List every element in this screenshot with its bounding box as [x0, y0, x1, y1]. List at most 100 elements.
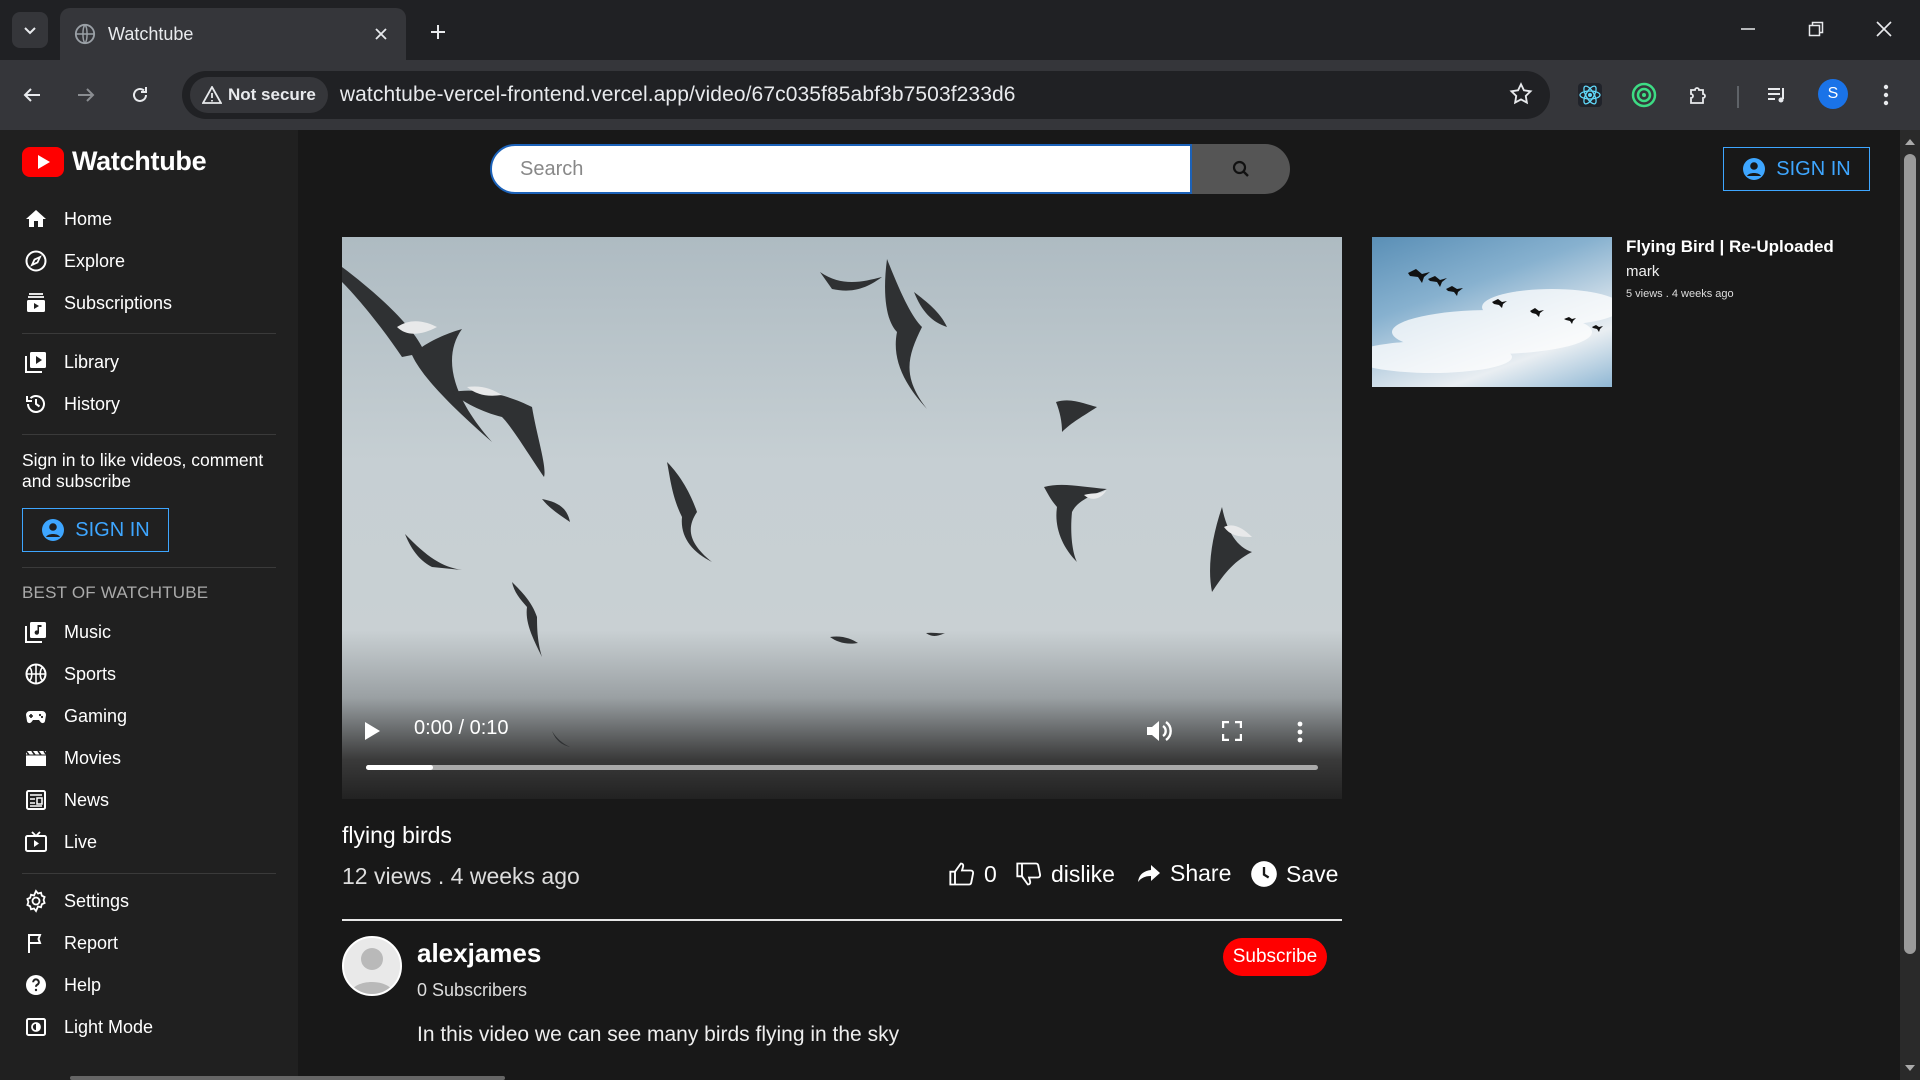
sidebar-divider	[22, 434, 276, 435]
sidebar-item-settings[interactable]: Settings	[24, 882, 129, 920]
dislike-button[interactable]: dislike	[1015, 860, 1115, 888]
puzzle-icon	[1690, 87, 1706, 104]
browser-tab[interactable]: Watchtube	[60, 8, 406, 60]
sidebar-item-label: Live	[64, 831, 98, 852]
header-signin-button[interactable]: SIGN IN	[1723, 147, 1870, 191]
sidebar-item-label: Explore	[64, 250, 126, 271]
search-button[interactable]	[1192, 144, 1290, 194]
sidebar-item-live[interactable]: Live	[24, 823, 97, 861]
sidebar-item-home[interactable]: Home	[24, 200, 112, 238]
recommended-video-channel: mark	[1626, 263, 1660, 280]
news-icon	[26, 790, 46, 810]
sidebar-item-help[interactable]: Help	[24, 966, 101, 1004]
sidebar-item-gaming[interactable]: Gaming	[24, 697, 127, 735]
history-icon	[26, 395, 45, 413]
channel-name[interactable]: alexjames	[417, 938, 541, 969]
recommended-video-title[interactable]: Flying Bird | Re-Uploaded	[1626, 237, 1834, 257]
thumbs-down-icon	[1016, 862, 1042, 886]
minimize-icon	[1741, 28, 1755, 30]
light-mode-icon	[26, 1018, 46, 1036]
sidebar: Watchtube Home Explore Subscriptions Lib…	[0, 130, 298, 1080]
subscribe-button[interactable]: Subscribe	[1223, 938, 1327, 976]
tab-search-button[interactable]	[12, 12, 48, 48]
scroll-down-arrow-icon[interactable]	[1904, 1062, 1916, 1074]
more-vertical-icon	[1297, 721, 1303, 743]
security-chip[interactable]: Not secure	[190, 77, 328, 113]
browser-tabstrip: Watchtube	[0, 0, 1920, 60]
sidebar-item-music[interactable]: Music	[24, 613, 111, 651]
sidebar-item-light-mode[interactable]: Light Mode	[24, 1008, 153, 1046]
video-options-button[interactable]	[1290, 719, 1310, 745]
sidebar-item-movies[interactable]: Movies	[24, 739, 121, 777]
sidebar-divider	[22, 567, 276, 568]
tab-title: Watchtube	[108, 23, 194, 44]
profile-avatar[interactable]: S	[1818, 79, 1848, 109]
save-label: Save	[1286, 860, 1339, 887]
recommended-video-thumbnail[interactable]	[1372, 237, 1612, 387]
sidebar-item-label: Music	[64, 621, 112, 642]
scrollbar-thumb[interactable]	[1904, 154, 1916, 954]
video-title: flying birds	[342, 822, 452, 848]
forward-arrow-icon	[78, 88, 95, 102]
sidebar-signin-button[interactable]: SIGN IN	[22, 508, 169, 552]
media-control-button[interactable]	[1759, 77, 1795, 113]
sidebar-item-label: Gaming	[64, 705, 128, 726]
video-description: In this video we can see many birds flyi…	[417, 1023, 900, 1046]
restore-icon	[1808, 21, 1824, 37]
chevron-down-icon	[24, 27, 36, 35]
sidebar-divider	[22, 333, 276, 334]
forward-button[interactable]	[68, 77, 104, 113]
like-count: 0	[984, 860, 997, 887]
browser-menu-button[interactable]	[1868, 77, 1904, 113]
play-icon	[365, 722, 380, 740]
subscriptions-icon	[27, 293, 45, 312]
signin-prompt: Sign in to like videos, comment and subs…	[22, 450, 264, 491]
reload-icon	[133, 87, 147, 102]
signin-label: SIGN IN	[75, 518, 150, 541]
explore-icon	[25, 250, 47, 272]
back-arrow-icon	[23, 88, 40, 102]
address-bar[interactable]: Not secure watchtube-vercel-frontend.ver…	[182, 71, 1550, 119]
green-circle-extension[interactable]	[1626, 77, 1662, 113]
video-progress-fill	[366, 765, 433, 770]
page-scrollbar[interactable]	[1900, 130, 1920, 1080]
video-progress-bar[interactable]	[366, 765, 1318, 770]
share-button[interactable]: Share	[1136, 860, 1231, 887]
mute-button[interactable]	[1144, 717, 1174, 745]
sidebar-divider	[22, 873, 276, 874]
close-window-button[interactable]	[1862, 12, 1906, 46]
fullscreen-button[interactable]	[1220, 719, 1244, 743]
bookmark-star-icon[interactable]	[1508, 81, 1534, 107]
like-button[interactable]: 0	[948, 860, 997, 888]
save-button[interactable]: Save	[1250, 860, 1338, 888]
video-player[interactable]: 0:00 / 0:10	[342, 237, 1342, 799]
sidebar-item-subscriptions[interactable]: Subscriptions	[24, 284, 172, 322]
back-button[interactable]	[14, 77, 50, 113]
scroll-up-arrow-icon[interactable]	[1904, 136, 1916, 148]
search-input[interactable]	[490, 144, 1192, 194]
search-bar	[490, 144, 1290, 194]
logo-play-icon	[22, 146, 64, 177]
react-devtools-extension[interactable]	[1572, 77, 1608, 113]
minimize-button[interactable]	[1726, 12, 1770, 46]
sidebar-item-report[interactable]: Report	[24, 924, 118, 962]
music-icon	[25, 622, 46, 643]
logo[interactable]: Watchtube	[22, 146, 207, 177]
help-icon	[26, 975, 46, 995]
content-divider	[342, 919, 1342, 921]
sidebar-item-library[interactable]: Library	[24, 343, 119, 381]
fullscreen-icon	[1222, 721, 1242, 741]
extensions-button[interactable]	[1681, 77, 1717, 113]
reload-button[interactable]	[122, 77, 158, 113]
play-button[interactable]	[360, 719, 384, 743]
channel-avatar[interactable]	[342, 936, 402, 996]
restore-button[interactable]	[1794, 12, 1838, 46]
url-text[interactable]: watchtube-vercel-frontend.vercel.app/vid…	[340, 83, 1016, 107]
library-icon	[25, 352, 46, 373]
sidebar-item-explore[interactable]: Explore	[24, 242, 125, 280]
sidebar-item-history[interactable]: History	[24, 385, 120, 423]
sidebar-item-news[interactable]: News	[24, 781, 109, 819]
close-tab-icon[interactable]	[368, 21, 394, 47]
sidebar-item-sports[interactable]: Sports	[24, 655, 116, 693]
new-tab-button[interactable]	[422, 16, 454, 48]
